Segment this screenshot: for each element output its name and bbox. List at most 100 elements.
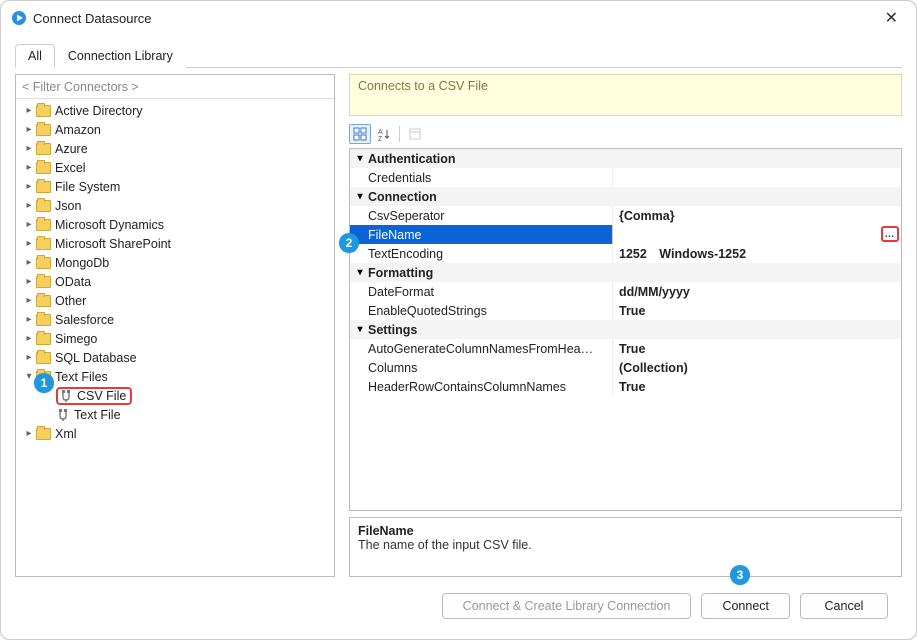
folder-icon	[36, 162, 51, 174]
chevron-down-icon[interactable]: ▾	[352, 191, 368, 202]
property-help: FileName The name of the input CSV file.	[349, 517, 902, 577]
tree-item-csv-file[interactable]: CSV File	[16, 386, 334, 405]
expander-icon[interactable]: ▸	[22, 257, 36, 268]
expander-icon[interactable]: ▸	[22, 200, 36, 211]
tree-item-excel[interactable]: ▸ Excel	[16, 158, 334, 177]
expander-icon[interactable]: ▸	[22, 314, 36, 325]
badge-1: 1	[34, 373, 54, 393]
prop-dateformat[interactable]: DateFormat dd/MM/yyyy	[350, 282, 901, 301]
folder-icon	[36, 352, 51, 364]
property-pages-button	[404, 124, 426, 144]
tree-item-microsoft-dynamics[interactable]: ▸Microsoft Dynamics	[16, 215, 334, 234]
badge-2: 2	[339, 233, 359, 253]
connectors-panel: < Filter Connectors > ▸Active Directory▸…	[15, 74, 335, 577]
category-settings[interactable]: ▾Settings	[350, 320, 901, 339]
tree-item-other[interactable]: ▸ Other	[16, 291, 334, 310]
tree-item-file-system[interactable]: ▸ File System	[16, 177, 334, 196]
expander-icon[interactable]: ▸	[22, 181, 36, 192]
tree-item-odata[interactable]: ▸OData	[16, 272, 334, 291]
connector-icon	[56, 409, 70, 421]
tree-item-sql-database[interactable]: ▸ SQL Database	[16, 348, 334, 367]
tree-item-label: Excel	[55, 161, 86, 175]
expander-icon[interactable]: ▸	[22, 276, 36, 287]
tree-item-text-file[interactable]: Text File	[16, 405, 334, 424]
prop-enablequotedstrings[interactable]: EnableQuotedStrings True	[350, 301, 901, 320]
alphabetical-button[interactable]: AZ	[373, 124, 395, 144]
svg-text:Z: Z	[378, 136, 383, 141]
tree-item-amazon[interactable]: ▸ Amazon	[16, 120, 334, 139]
tree-item-label: Json	[55, 199, 81, 213]
tree-item-mongodb[interactable]: ▸ MongoDb	[16, 253, 334, 272]
prop-csvseparator[interactable]: CsvSeperator {Comma}	[350, 206, 901, 225]
expander-icon[interactable]: ▸	[22, 162, 36, 173]
tree-item-active-directory[interactable]: ▸ Active Directory	[16, 101, 334, 120]
folder-icon	[36, 428, 51, 440]
expander-icon[interactable]: ▸	[22, 238, 36, 249]
folder-icon	[36, 105, 51, 117]
prop-credentials[interactable]: Credentials	[350, 168, 901, 187]
tree-item-label: Amazon	[55, 123, 101, 137]
tree-item-text-files[interactable]: ▾Text Files	[16, 367, 334, 386]
category-formatting[interactable]: ▾Formatting	[350, 263, 901, 282]
app-icon	[11, 10, 27, 26]
chevron-down-icon[interactable]: ▾	[352, 153, 368, 164]
close-icon[interactable]: ✕	[877, 6, 906, 30]
prop-headerrow[interactable]: HeaderRowContainsColumnNames True	[350, 377, 901, 396]
expander-icon[interactable]: ▸	[22, 143, 36, 154]
expander-icon[interactable]: ▸	[22, 333, 36, 344]
tree-item-label: SQL Database	[55, 351, 137, 365]
categorized-button[interactable]	[349, 124, 371, 144]
expander-icon[interactable]: ▸	[22, 105, 36, 116]
expander-icon[interactable]: ▸	[22, 124, 36, 135]
propgrid-toolbar: AZ	[349, 124, 902, 144]
folder-icon	[36, 276, 51, 288]
tree-item-label: MongoDb	[55, 256, 109, 270]
expander-icon[interactable]: ▸	[22, 219, 36, 230]
folder-icon	[36, 143, 51, 155]
tab-all[interactable]: All	[15, 44, 55, 68]
connector-icon	[59, 390, 73, 402]
prop-filename[interactable]: FileName …	[350, 225, 901, 244]
folder-icon	[36, 181, 51, 193]
prop-columns[interactable]: Columns (Collection)	[350, 358, 901, 377]
folder-icon	[36, 257, 51, 269]
folder-icon	[36, 314, 51, 326]
tree-item-label: Other	[55, 294, 86, 308]
window-title: Connect Datasource	[33, 11, 877, 26]
tree-item-label: CSV File	[77, 389, 126, 403]
category-label: Settings	[368, 323, 417, 337]
folder-icon	[36, 219, 51, 231]
folder-icon	[36, 295, 51, 307]
tab-connection-library[interactable]: Connection Library	[55, 44, 186, 68]
tree-item-azure[interactable]: ▸ Azure	[16, 139, 334, 158]
expander-icon[interactable]: ▸	[22, 352, 36, 363]
connectors-tree[interactable]: ▸ Active Directory ▸ Amazon ▸ Azure ▸ Excel ▸ Fil…	[16, 99, 334, 576]
filter-input[interactable]: < Filter Connectors >	[16, 75, 334, 99]
tree-item-label: File System	[55, 180, 120, 194]
connect-button[interactable]: Connect	[701, 593, 790, 619]
tree-item-label: Xml	[55, 427, 77, 441]
svg-text:A: A	[378, 129, 383, 136]
chevron-down-icon[interactable]: ▾	[352, 267, 368, 278]
tree-item-label: Simego	[55, 332, 97, 346]
tree-item-label: Active Directory	[55, 104, 143, 118]
tree-item-xml[interactable]: ▸ Xml	[16, 424, 334, 443]
tree-item-simego[interactable]: ▸ Simego	[16, 329, 334, 348]
tree-item-label: Microsoft SharePoint	[55, 237, 171, 251]
tree-item-microsoft-sharepoint[interactable]: ▸ Microsoft SharePoint	[16, 234, 334, 253]
expander-icon[interactable]: ▸	[22, 295, 36, 306]
category-connection[interactable]: ▾Connection	[350, 187, 901, 206]
prop-textencoding[interactable]: TextEncoding 1252 Windows-1252	[350, 244, 901, 263]
tree-item-label: Text File	[74, 408, 121, 422]
tree-item-label: Azure	[55, 142, 88, 156]
category-authentication[interactable]: ▾Authentication	[350, 149, 901, 168]
expander-icon[interactable]: ▸	[22, 428, 36, 439]
browse-button[interactable]: …	[881, 226, 899, 242]
tree-item-json[interactable]: ▸ Json	[16, 196, 334, 215]
prop-autogenerate[interactable]: AutoGenerateColumnNamesFromHeaderR True	[350, 339, 901, 358]
cancel-button[interactable]: Cancel	[800, 593, 888, 619]
selected-connector[interactable]: CSV File	[56, 387, 132, 405]
tree-item-salesforce[interactable]: ▸Salesforce	[16, 310, 334, 329]
property-grid[interactable]: ▾Authentication Credentials ▾Connection …	[349, 148, 902, 511]
chevron-down-icon[interactable]: ▾	[352, 324, 368, 335]
